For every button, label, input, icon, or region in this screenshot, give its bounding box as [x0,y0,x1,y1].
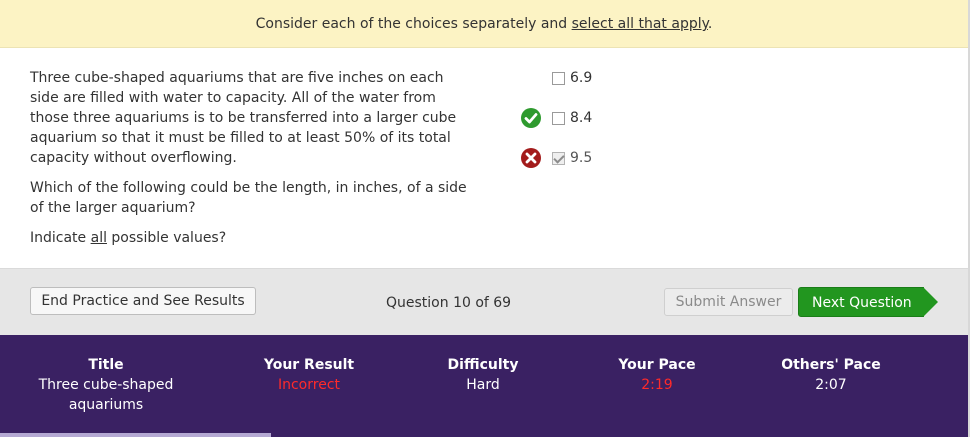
your-result-header: Your Result [263,357,355,373]
others-pace-column: Others' Pace 2:07 [756,355,906,395]
difficulty-value: Hard [466,377,500,393]
difficulty-header: Difficulty [447,357,519,373]
choice-1[interactable]: 6.9 [520,67,592,89]
question-ask: Which of the following could be the leng… [30,180,467,216]
instruction-emphasis: all [90,230,107,246]
banner-emphasis: select all that apply [571,16,708,32]
instruction-suffix: possible values? [106,230,227,246]
check-circle-icon [520,107,542,129]
your-pace-header: Your Pace [618,357,696,373]
choice-3[interactable]: 9.5 [520,147,592,169]
question-counter: Question 10 of 69 [386,295,512,311]
banner-suffix: . [707,16,713,32]
your-result-column: Your Result Incorrect [234,355,384,395]
action-bar: End Practice and See Results Question 10… [0,268,968,335]
question-instruction: Indicate all possible values? [30,228,475,248]
choice-1-checkbox[interactable] [552,71,565,85]
choice-3-label: 9.5 [570,150,593,166]
others-pace-header: Others' Pace [781,357,881,373]
question-panel: Three cube-shaped aquariums that are fiv… [30,68,475,258]
choice-2-checkbox[interactable] [552,111,565,125]
instruction-prefix: Indicate [30,230,91,246]
results-panel: Title Three cube-shaped aquariums Your R… [0,335,968,437]
choice-3-checkbox[interactable] [552,151,565,165]
progress-bar [0,433,968,437]
choice-2-label: 8.4 [570,110,593,126]
progress-fill [0,433,272,437]
submit-answer-button[interactable]: Submit Answer [664,288,793,316]
choice-1-label: 6.9 [570,70,593,86]
your-result-value: Incorrect [277,377,341,393]
title-value: Three cube-shaped aquariums [38,377,174,413]
question-stem: Three cube-shaped aquariums that are fiv… [30,70,457,166]
your-pace-value: 2:19 [641,377,673,393]
others-pace-value: 2:07 [815,377,847,393]
your-pace-column: Your Pace 2:19 [582,355,732,395]
x-circle-icon [520,147,542,169]
end-practice-button[interactable]: End Practice and See Results [30,287,256,315]
title-header: Title [88,357,124,373]
result-title-column: Title Three cube-shaped aquariums [20,355,192,415]
instruction-banner: Consider each of the choices separately … [0,0,968,48]
banner-text: Consider each of the choices separately … [255,16,572,32]
next-question-button[interactable]: Next Question [798,287,938,317]
choice-2[interactable]: 8.4 [520,107,592,129]
difficulty-column: Difficulty Hard [408,355,558,395]
